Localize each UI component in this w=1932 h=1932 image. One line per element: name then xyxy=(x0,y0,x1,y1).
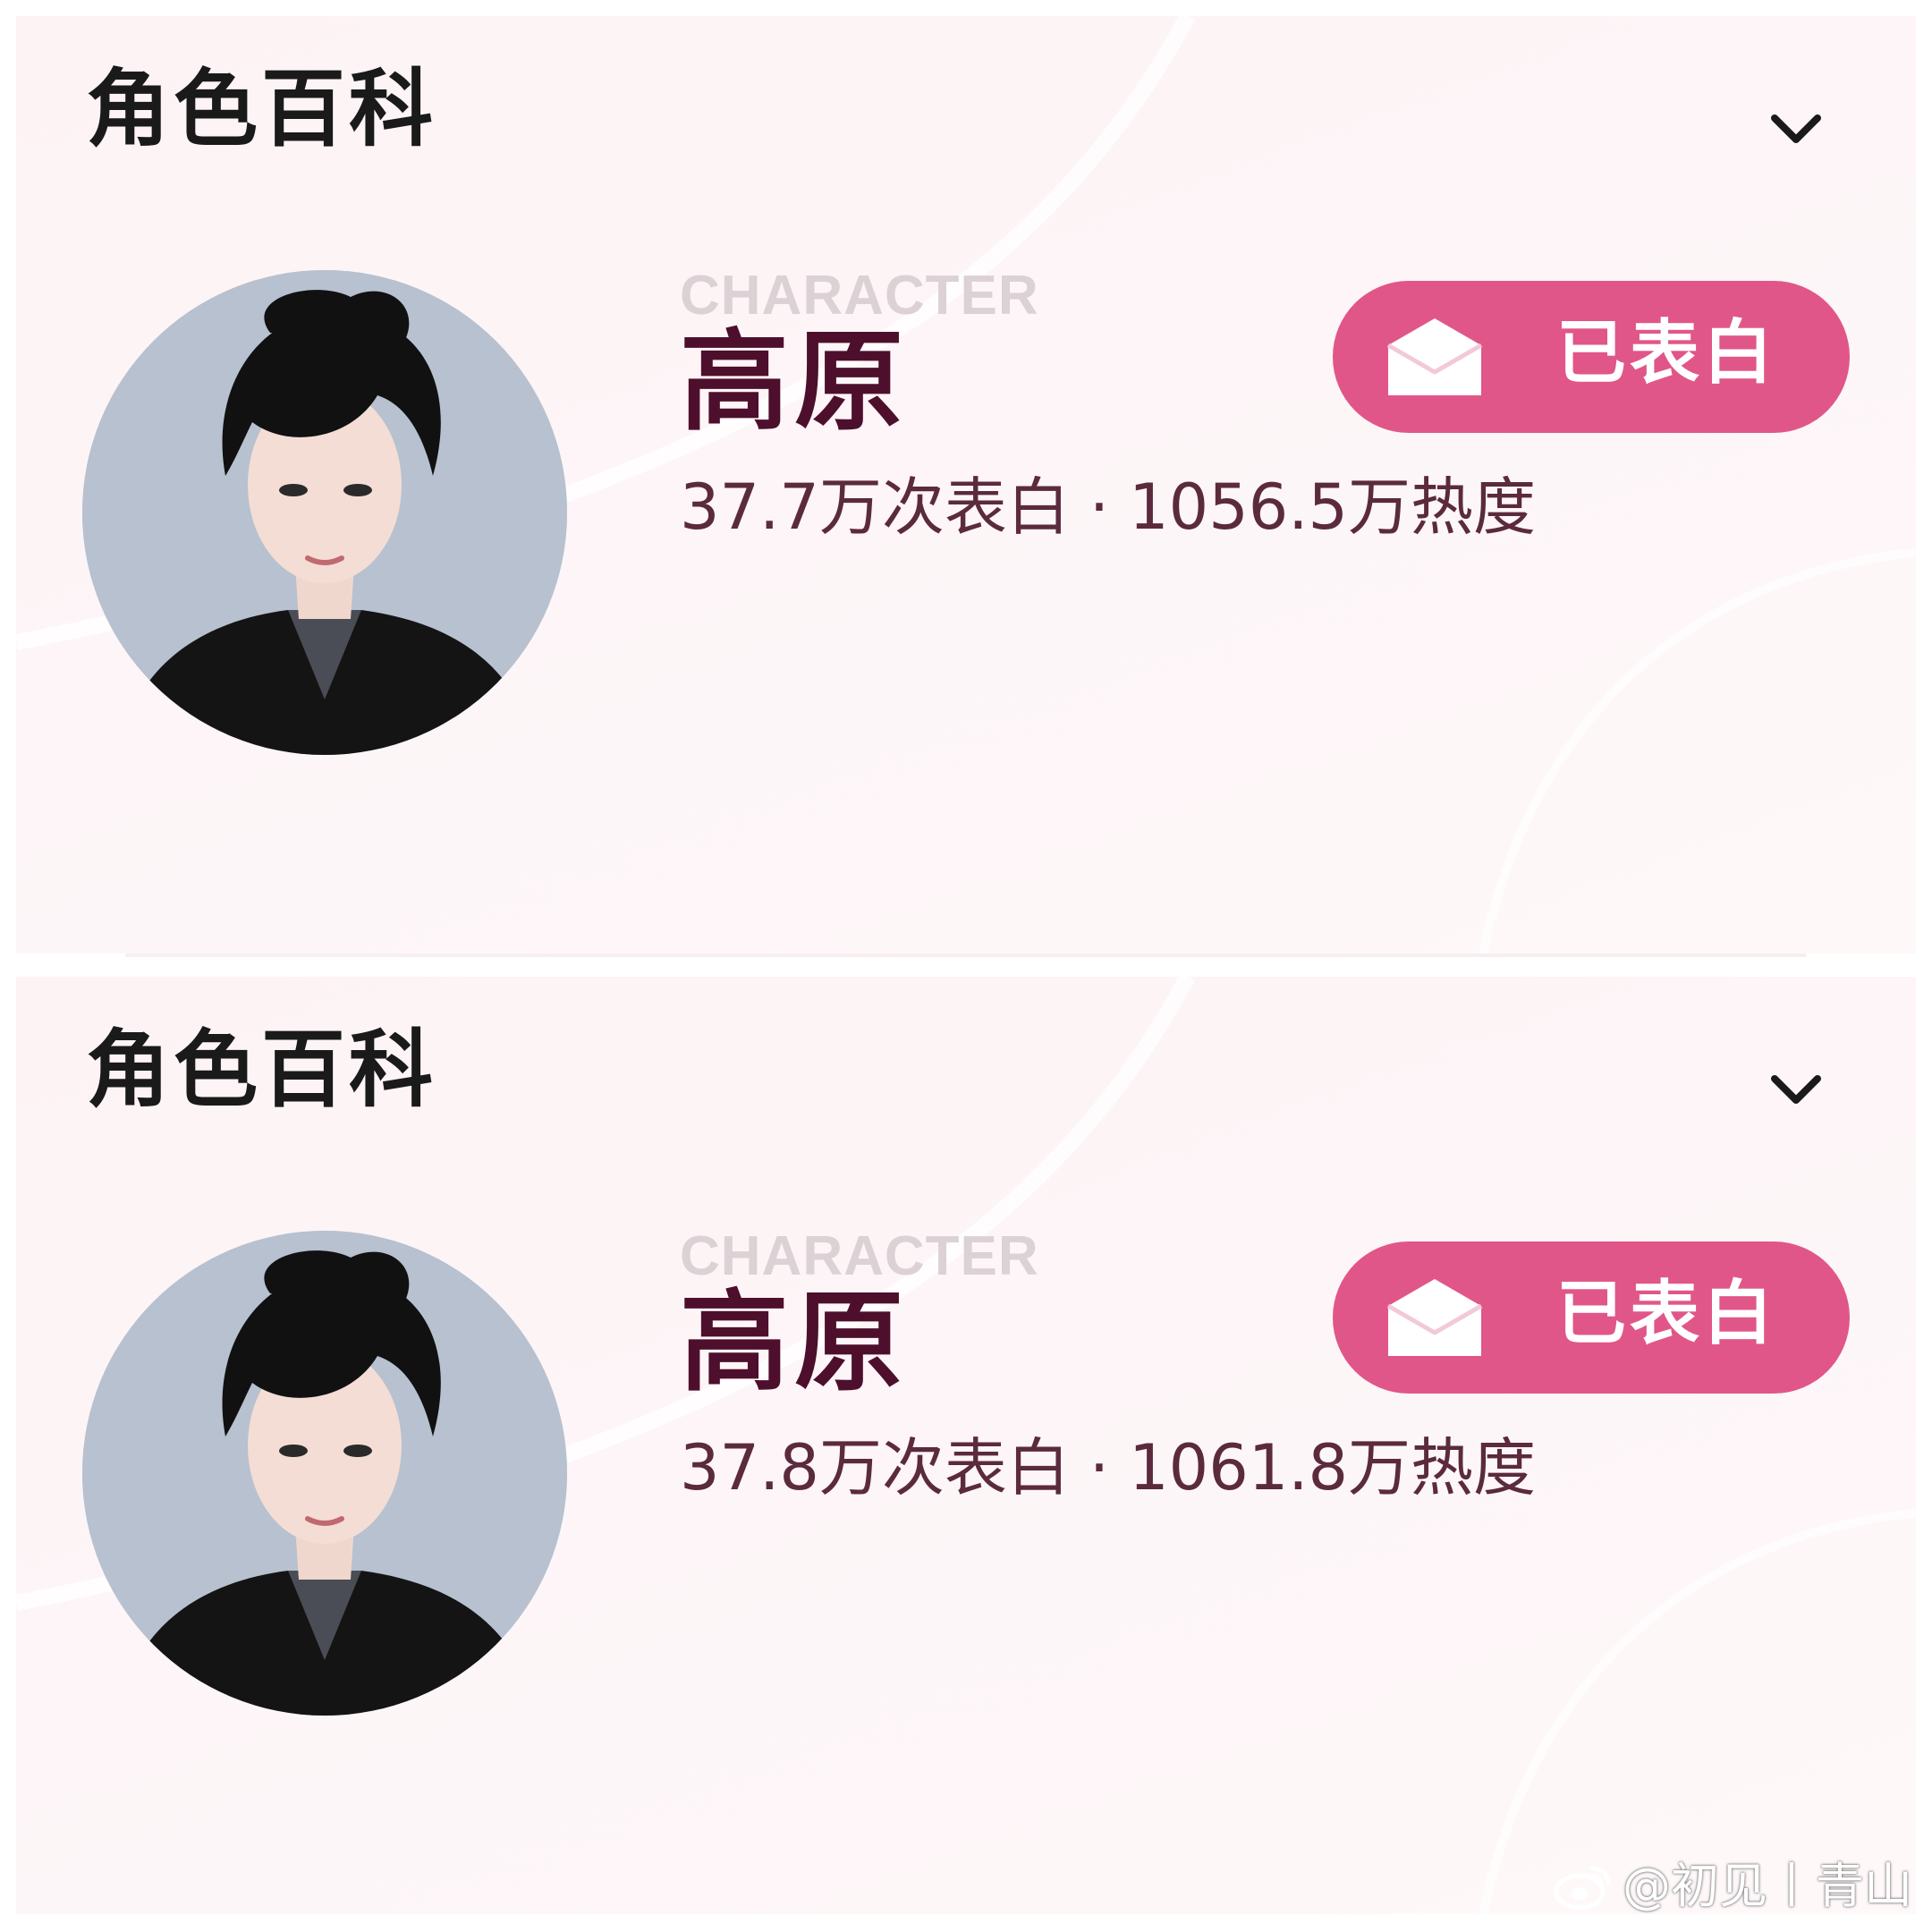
character-name: 高原 xyxy=(680,1279,909,1406)
character-stats: 37.8万次表白 · 1061.8万热度 xyxy=(680,1436,1536,1499)
confession-count: 37.7万次表白 xyxy=(680,470,1070,544)
character-wiki-card-2: 角色百科 CHARACTER 高原 37.8万次表白 · 1061.8万热度 已… xyxy=(16,977,1916,1914)
chevron-down-icon xyxy=(1771,114,1821,143)
stats-separator: · xyxy=(1089,470,1110,544)
confessed-button-label: 已表白 xyxy=(1556,1274,1777,1354)
divider xyxy=(125,953,1807,957)
envelope-icon xyxy=(1381,313,1488,402)
section-title: 角色百科 xyxy=(86,61,437,158)
heat-count: 1061.8万热度 xyxy=(1129,1431,1537,1504)
expand-toggle[interactable] xyxy=(1750,97,1843,168)
watermark: @初见丨青山 xyxy=(1553,1855,1912,1918)
heat-count: 1056.5万热度 xyxy=(1129,470,1537,544)
character-avatar[interactable] xyxy=(82,1231,567,1716)
portrait-image xyxy=(82,1231,567,1716)
weibo-logo-icon xyxy=(1554,1866,1611,1911)
character-wiki-card-1: 角色百科 CHARACTER 高原 37.7万次表白 · 1056.5万热度 已… xyxy=(16,16,1916,953)
character-avatar[interactable] xyxy=(82,270,567,755)
confession-count: 37.8万次表白 xyxy=(680,1431,1070,1504)
character-stats: 37.7万次表白 · 1056.5万热度 xyxy=(680,476,1536,538)
confessed-button-label: 已表白 xyxy=(1556,313,1777,394)
confessed-button[interactable]: 已表白 xyxy=(1333,281,1850,433)
watermark-text: @初见丨青山 xyxy=(1623,1858,1912,1914)
comparison-screenshot: 角色百科 CHARACTER 高原 37.7万次表白 · 1056.5万热度 已… xyxy=(0,0,1932,1932)
portrait-image xyxy=(82,270,567,755)
chevron-down-icon xyxy=(1771,1075,1821,1104)
confessed-button[interactable]: 已表白 xyxy=(1333,1241,1850,1394)
stats-separator: · xyxy=(1089,1431,1110,1504)
character-tag: CHARACTER xyxy=(680,1225,1039,1287)
character-tag: CHARACTER xyxy=(680,265,1039,326)
envelope-icon xyxy=(1381,1274,1488,1363)
expand-toggle[interactable] xyxy=(1750,1057,1843,1129)
section-title: 角色百科 xyxy=(86,1021,437,1119)
character-name: 高原 xyxy=(680,318,909,445)
